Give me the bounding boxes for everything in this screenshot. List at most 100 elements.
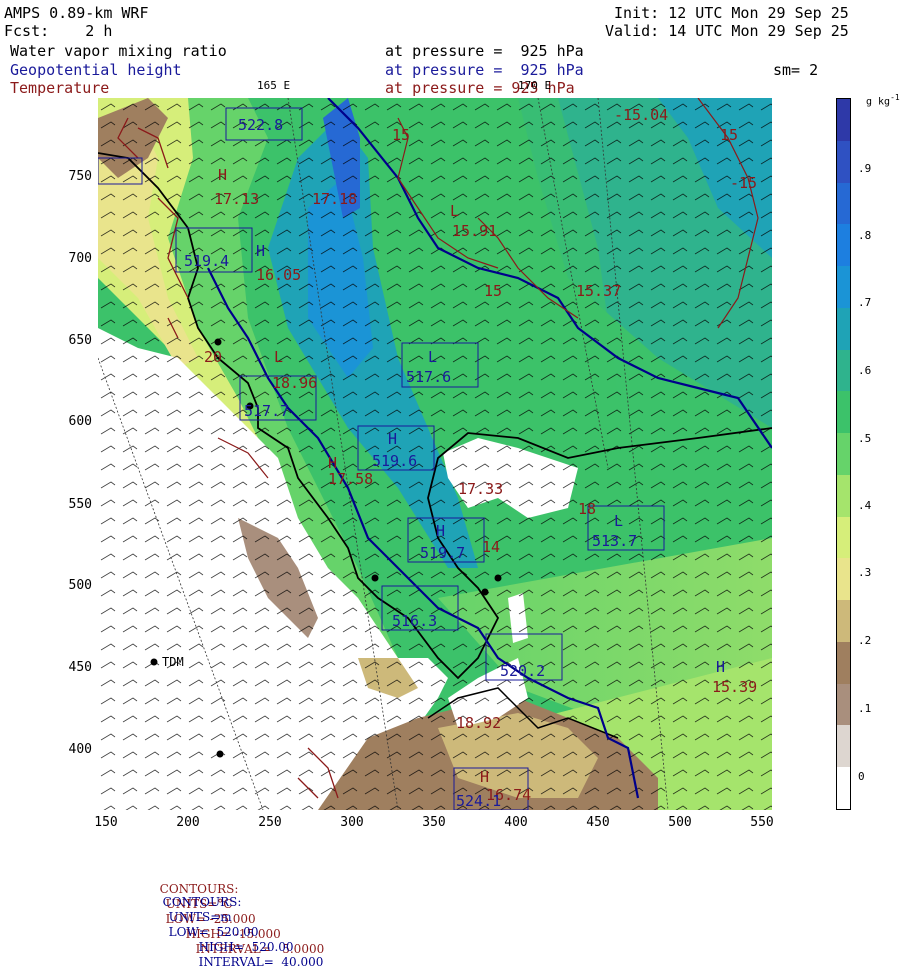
y-tick-label: 600 <box>68 414 92 429</box>
field-title-temperature: Temperature <box>10 79 110 97</box>
valid-time: Valid: 14 UTC Mon 29 Sep 25 <box>605 22 849 40</box>
smoothing-label: sm= 2 <box>773 61 819 79</box>
station-dot-tdm <box>150 658 158 666</box>
colorbar-segment <box>837 516 850 559</box>
station-label-tdm: TDM <box>162 655 184 669</box>
x-tick-label: 350 <box>422 815 446 830</box>
level-mixing-ratio: at pressure = 925 hPa <box>385 42 584 60</box>
colorbar-tick-label: .8 <box>858 229 872 242</box>
longitude-label-170e: 170 E <box>518 79 552 92</box>
x-tick-label: 150 <box>94 815 118 830</box>
colorbar-segment <box>837 474 850 517</box>
temp-label-11: 20 <box>204 348 222 366</box>
height-label-9: 520.2 <box>500 662 545 680</box>
temp-label-3: 15 <box>720 126 738 144</box>
hl-label-7: L <box>274 348 283 366</box>
temp-label-18: 15.39 <box>712 678 757 696</box>
colorbar-tick-label: .6 <box>858 364 872 377</box>
colorbar-segment <box>837 433 850 475</box>
level-geopotential: at pressure = 925 hPa <box>385 61 584 79</box>
y-tick-label: 550 <box>68 497 92 512</box>
model-title: AMPS 0.89-km WRF <box>4 4 149 22</box>
station-dot-3 <box>371 574 379 582</box>
y-tick-label: 700 <box>68 251 92 266</box>
height-label-4: 517.7 <box>244 402 289 420</box>
colorbar-unit-exponent: -1 <box>890 93 900 102</box>
hl-label-5: L <box>428 348 437 366</box>
footer-2-low: LOW= 520.00 <box>168 925 259 939</box>
temp-label-1: -15.04 <box>614 106 668 124</box>
colorbar-segment <box>837 99 850 141</box>
colorbar-segment <box>837 725 850 767</box>
hl-label-3: H <box>388 430 397 448</box>
hl-label-1: H <box>218 166 227 184</box>
hl-label-6: L <box>614 512 623 530</box>
y-tick-label: 750 <box>68 169 92 184</box>
temp-label-15: 18 <box>578 500 596 518</box>
temp-label-4: -15 <box>730 174 757 192</box>
footer-2-units: UNITS=m <box>168 910 232 924</box>
colorbar-segment <box>837 349 850 392</box>
footer-2-interval: INTERVAL= 40.000 <box>198 955 324 969</box>
footer-height-contours: CONTOURS: UNITS=m LOW= 520.00 HIGH= 520.… <box>155 880 324 970</box>
temp-label-19: 14 <box>482 538 500 556</box>
colorbar-segment <box>837 182 850 225</box>
height-label-5: 519.6 <box>372 452 417 470</box>
height-label-3: 517.6 <box>406 368 451 386</box>
hl-label-10: H <box>328 454 337 472</box>
colorbar-segment <box>837 767 850 809</box>
x-tick-label: 550 <box>750 815 774 830</box>
map-panel[interactable]: -15.04 15 15 -15 L 15.91 15 15.37 17.13 … <box>98 98 772 810</box>
colorbar-unit: g kg-1 <box>866 93 900 107</box>
footer-2-high: HIGH= 520.00 <box>198 940 294 954</box>
init-time: Init: 12 UTC Mon 29 Sep 25 <box>614 4 849 22</box>
x-tick-label: 400 <box>504 815 528 830</box>
height-label-8: 516.3 <box>392 612 437 630</box>
height-label-6: 519.7 <box>420 544 465 562</box>
y-tick-label: 500 <box>68 578 92 593</box>
colorbar-unit-text: g kg <box>866 96 891 108</box>
height-label-10: 524.1 <box>456 792 501 810</box>
colorbar-tick-label: .3 <box>858 566 872 579</box>
temp-label-5: 15.91 <box>452 222 497 240</box>
temp-label-17: 18.92 <box>456 714 501 732</box>
field-title-geopotential: Geopotential height <box>10 61 182 79</box>
y-tick-label: 650 <box>68 333 92 348</box>
temp-label-6: 15 <box>484 282 502 300</box>
field-title-mixing-ratio: Water vapor mixing ratio <box>10 42 227 60</box>
colorbar-segment <box>837 641 850 684</box>
x-tick-label: 450 <box>586 815 610 830</box>
colorbar-segment <box>837 391 850 433</box>
colorbar-tick-label: .2 <box>858 634 872 647</box>
height-label-2: 519.4 <box>184 252 229 270</box>
temp-label-10: 16.05 <box>256 266 301 284</box>
hl-label-8: H <box>716 658 725 676</box>
colorbar-tick-label: .5 <box>858 432 872 445</box>
temp-label-14: 17.33 <box>458 480 503 498</box>
colorbar-segment <box>837 683 850 726</box>
height-label-1: 522.8 <box>238 116 283 134</box>
x-tick-label: 200 <box>176 815 200 830</box>
temp-label-12: 18.96 <box>272 374 317 392</box>
colorbar-segment <box>837 600 850 642</box>
station-dot-4 <box>481 588 489 596</box>
station-dot-1 <box>214 338 222 346</box>
colorbar-tick-label: .4 <box>858 499 872 512</box>
forecast-hour: Fcst: 2 h <box>4 22 113 40</box>
colorbar-tick-label: .7 <box>858 296 872 309</box>
temp-label-9: 17.18 <box>312 190 357 208</box>
colorbar-segment <box>837 140 850 183</box>
y-tick-label: 450 <box>68 660 92 675</box>
hl-label-L-1: L <box>450 202 459 220</box>
colorbar-segment <box>837 307 850 350</box>
map-canvas: -15.04 15 15 -15 L 15.91 15 15.37 17.13 … <box>98 98 772 810</box>
temp-label-8: 17.13 <box>214 190 259 208</box>
station-dot-6 <box>216 750 224 758</box>
y-tick-label: 400 <box>68 742 92 757</box>
footer-2-contours: CONTOURS: <box>162 895 242 909</box>
hl-label-2: H <box>256 242 265 260</box>
x-tick-label: 500 <box>668 815 692 830</box>
longitude-label-165e: 165 E <box>257 79 291 92</box>
x-tick-label: 250 <box>258 815 282 830</box>
hl-label-4: H <box>436 522 445 540</box>
